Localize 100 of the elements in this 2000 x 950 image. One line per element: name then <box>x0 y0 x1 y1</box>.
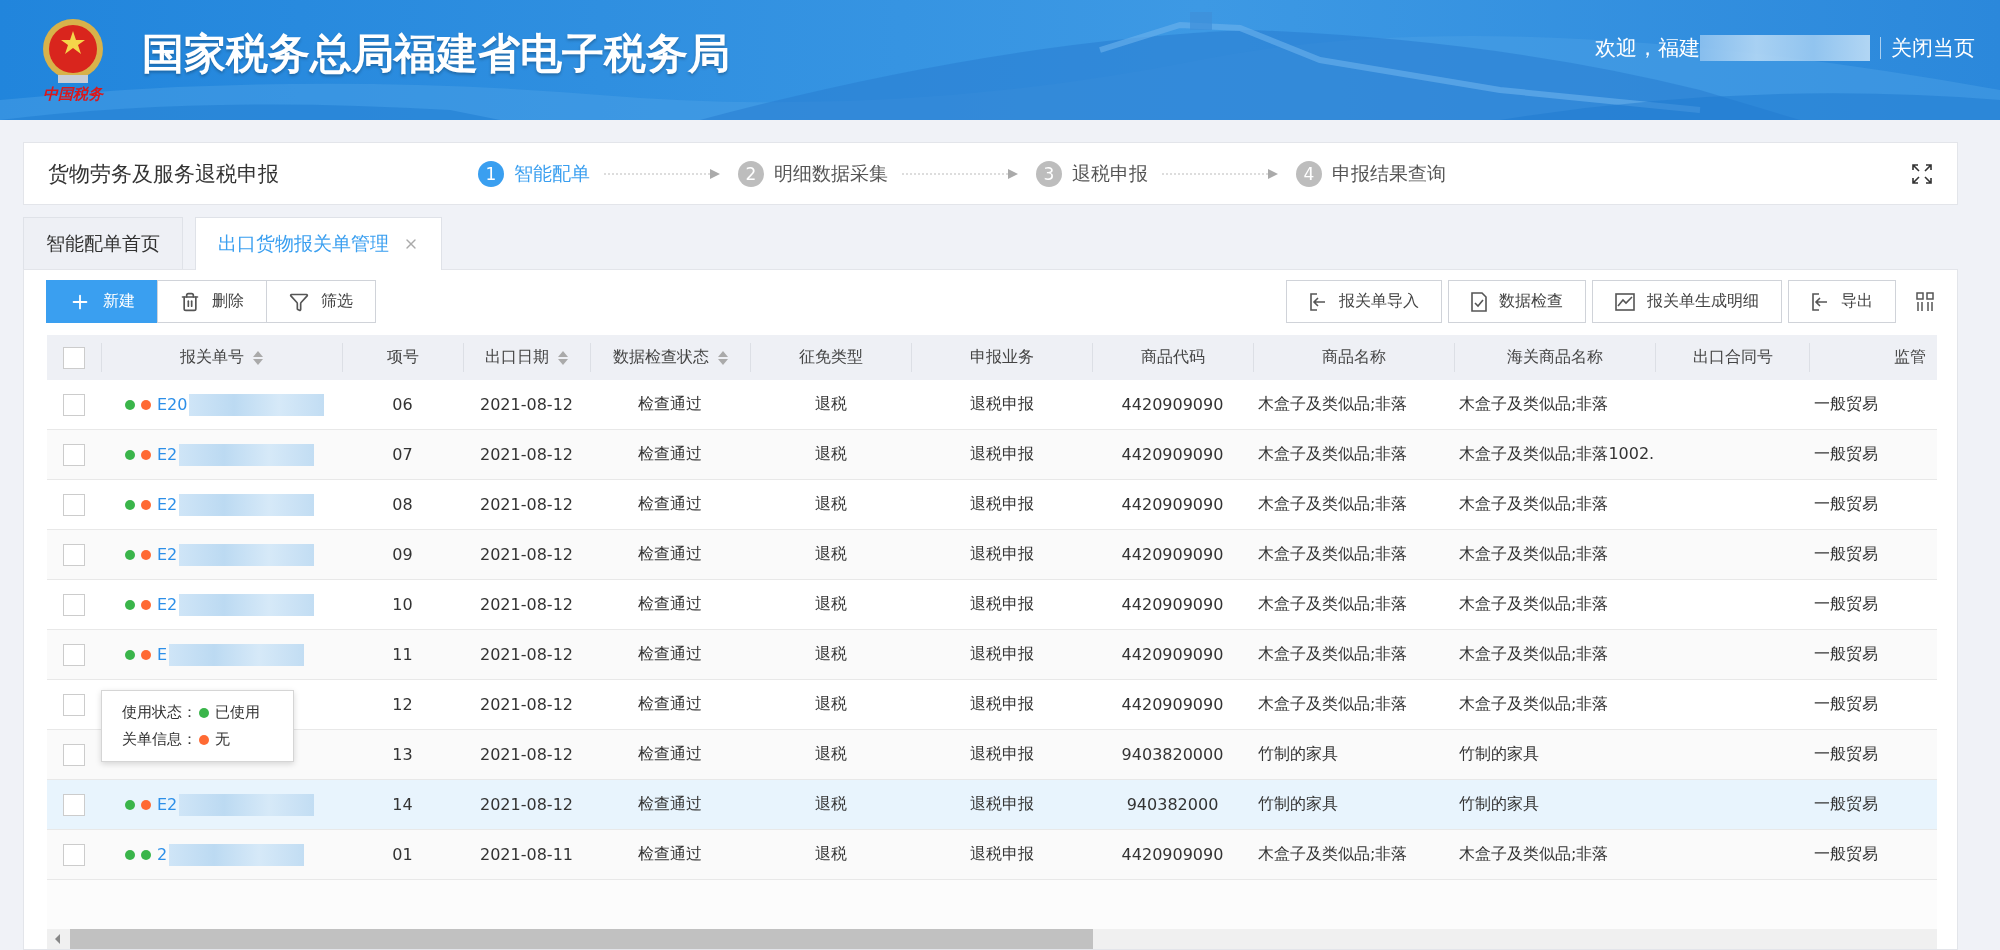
table-cell: 木盒子及类似品;非落 <box>1459 594 1609 615</box>
table-cell: 12 <box>392 695 413 714</box>
step-label[interactable]: 退税申报 <box>1072 160 1148 187</box>
sort-icon[interactable] <box>716 349 729 366</box>
sort-icon[interactable] <box>252 349 264 366</box>
table-cell: 退税申报 <box>969 844 1034 865</box>
toolbar-button[interactable]: 报关单生成明细 <box>1592 280 1782 323</box>
table-cell: 4420909090 <box>1121 845 1224 864</box>
scrollbar[interactable] <box>47 929 1937 949</box>
site-title: 国家税务总局福建省电子税务局 <box>142 28 730 80</box>
column-header: 项号 <box>387 347 419 368</box>
checkbox[interactable] <box>63 443 85 466</box>
table-cell: 木盒子及类似品;非落 <box>1459 644 1609 665</box>
table-cell: 10 <box>392 595 413 614</box>
table-cell: 木盒子及类似品;非落 <box>1459 694 1609 715</box>
scrollbar-thumb[interactable] <box>70 929 1093 949</box>
step-label[interactable]: 申报结果查询 <box>1332 160 1446 187</box>
table-cell: 退税申报 <box>969 544 1034 565</box>
table-cell: 2021-08-12 <box>480 395 573 414</box>
checkbox[interactable] <box>63 346 85 369</box>
table-cell: 4420909090 <box>1121 395 1224 414</box>
bracket-arrow-icon <box>1811 291 1829 312</box>
table-cell: 木盒子及类似品;非落 <box>1258 494 1408 515</box>
column-header: 商品名称 <box>1322 347 1386 368</box>
table-cell: 4420909090 <box>1121 445 1224 464</box>
checkbox[interactable] <box>63 743 85 766</box>
table-cell: 一般贸易 <box>1814 544 1878 565</box>
table-cell: 4420909090 <box>1121 645 1224 664</box>
bracket-arrow-icon <box>1309 291 1327 312</box>
filter-icon <box>289 291 309 312</box>
table-cell: 竹制的家具 <box>1459 794 1539 815</box>
tooltip-label: 关单信息： <box>122 730 197 749</box>
document-check-icon <box>1471 291 1487 312</box>
column-header: 数据检查状态 <box>612 347 709 368</box>
checkbox[interactable] <box>63 793 85 816</box>
table-cell: 退税 <box>814 644 847 665</box>
column-header: 监管 <box>1893 347 1926 368</box>
column-header: 出口合同号 <box>1692 347 1773 368</box>
table-cell: 木盒子及类似品;非落1002. <box>1459 444 1655 465</box>
fullscreen-icon[interactable] <box>1911 162 1933 185</box>
table-cell: 竹制的家具 <box>1258 744 1338 765</box>
sort-icon[interactable] <box>557 349 569 366</box>
table-cell: 检查通过 <box>638 744 702 765</box>
table-cell: 退税申报 <box>969 794 1034 815</box>
toolbar-button[interactable]: 数据检查 <box>1448 280 1586 323</box>
checkbox[interactable] <box>63 543 85 566</box>
table-cell: 检查通过 <box>638 444 702 465</box>
table-cell: 2021-08-12 <box>480 495 573 514</box>
tooltip-value: 无 <box>215 730 230 749</box>
table-cell: 退税 <box>814 394 847 415</box>
toolbar-button[interactable]: 报关单导入 <box>1286 280 1442 323</box>
column-header: 报关单号 <box>180 347 244 368</box>
table-cell: 11 <box>392 645 413 664</box>
tooltip-value: 已使用 <box>215 703 260 722</box>
tooltip-label: 使用状态： <box>122 703 197 722</box>
toolbar-button[interactable]: 删除 <box>157 280 267 323</box>
line-chart-icon <box>1615 292 1635 311</box>
checkbox[interactable] <box>63 693 85 716</box>
table-cell: 4420909090 <box>1121 595 1224 614</box>
step-label[interactable]: 明细数据采集 <box>774 160 888 187</box>
toolbar-button[interactable]: 导出 <box>1788 280 1896 323</box>
tab[interactable]: 智能配单首页 <box>23 217 183 269</box>
columns-icon[interactable] <box>1916 291 1934 312</box>
table-cell: 一般贸易 <box>1814 744 1878 765</box>
table-cell: 4420909090 <box>1121 545 1224 564</box>
table-row[interactable]: E2 14 2021-08-12 检查通过 退税 退税申报 940382000 竹制的家具 竹制的家具 一般贸易 <box>47 780 1937 830</box>
table-cell: 木盒子及类似品;非落 <box>1258 444 1408 465</box>
table-cell: 一般贸易 <box>1814 644 1878 665</box>
table-cell: 木盒子及类似品;非落 <box>1258 644 1408 665</box>
scroll-left-icon[interactable] <box>53 933 63 945</box>
table-cell: 2021-08-12 <box>480 795 573 814</box>
logo-text: 中国税务 <box>42 84 103 104</box>
close-page-link[interactable]: 关闭当页 <box>1880 37 1975 59</box>
table-cell: 一般贸易 <box>1814 394 1878 415</box>
table-cell: 一般贸易 <box>1814 594 1878 615</box>
checkbox[interactable] <box>63 493 85 516</box>
checkbox[interactable] <box>63 393 85 416</box>
table-cell: 退税 <box>814 694 847 715</box>
checkbox[interactable] <box>63 643 85 666</box>
table-cell: 2021-08-12 <box>480 445 573 464</box>
checkbox[interactable] <box>63 843 85 866</box>
table-cell: 检查通过 <box>638 694 702 715</box>
checkbox[interactable] <box>63 593 85 616</box>
table-cell: 一般贸易 <box>1814 444 1878 465</box>
table-cell: 13 <box>392 745 413 764</box>
table-cell: 退税申报 <box>969 694 1034 715</box>
table-cell: 01 <box>392 845 413 864</box>
toolbar-button[interactable]: 筛选 <box>266 280 376 323</box>
table-cell: 退税申报 <box>969 644 1034 665</box>
table-cell: 2021-08-12 <box>480 695 573 714</box>
table-cell: 14 <box>392 795 413 814</box>
welcome-text: 欢迎，福建 <box>1595 35 1700 62</box>
table-cell: 退税申报 <box>969 744 1034 765</box>
table-cell: 检查通过 <box>638 594 702 615</box>
table-cell: 一般贸易 <box>1814 794 1878 815</box>
table-cell: 退税 <box>814 444 847 465</box>
table-cell: 退税申报 <box>969 594 1034 615</box>
table-cell: 940382000 <box>1126 795 1219 814</box>
table-cell: 木盒子及类似品;非落 <box>1258 544 1408 565</box>
table-cell: 一般贸易 <box>1814 494 1878 515</box>
